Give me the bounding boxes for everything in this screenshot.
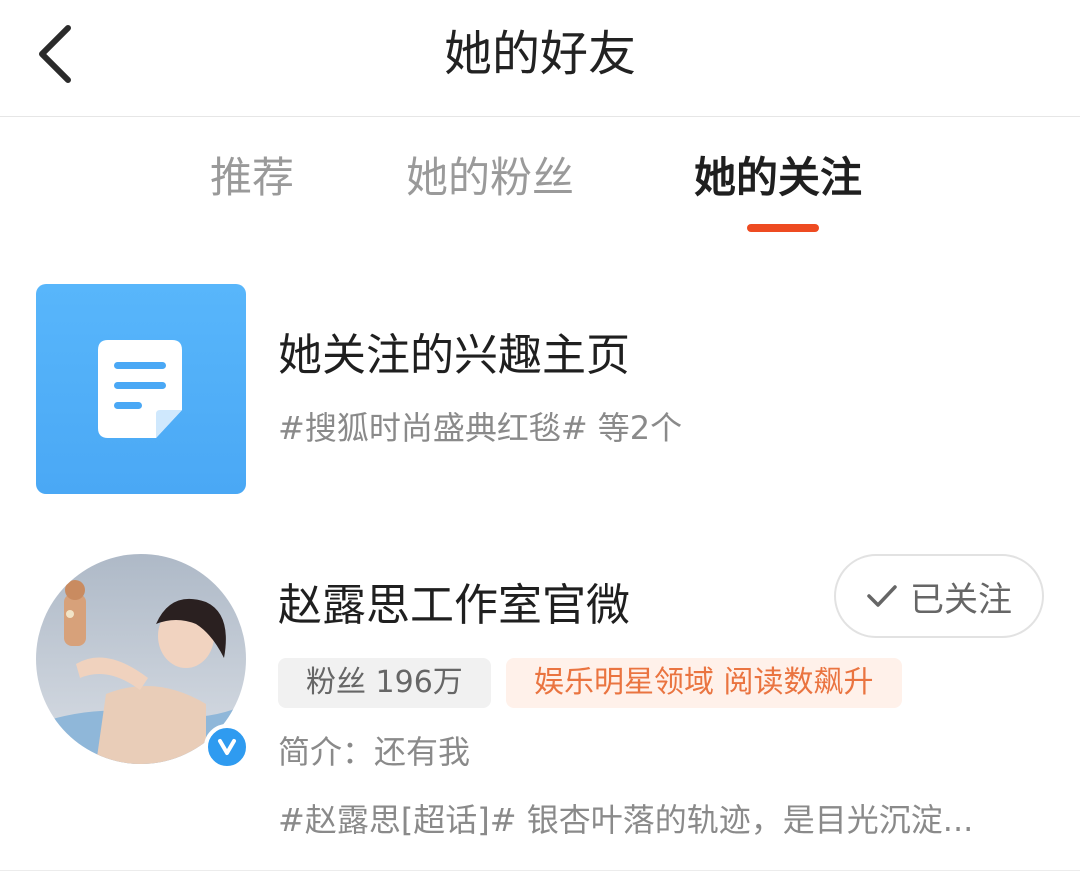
following-button[interactable]: 已关注 bbox=[834, 554, 1044, 638]
tab-her-followers[interactable]: 她的粉丝 bbox=[406, 150, 574, 206]
interest-tile bbox=[36, 284, 246, 494]
page-title: 她的好友 bbox=[443, 26, 636, 82]
friends-page: 她的好友 推荐 她的粉丝 她的关注 她关注的兴趣主页 #搜狐时尚盛典红毯# 等2… bbox=[0, 0, 1080, 889]
tab-recommended[interactable]: 推荐 bbox=[210, 150, 294, 206]
user-bio: 简介：还有我 bbox=[278, 733, 471, 771]
interest-subtitle: #搜狐时尚盛典红毯# 等2个 bbox=[278, 409, 683, 447]
verified-badge bbox=[204, 724, 250, 770]
document-icon bbox=[98, 340, 182, 438]
tab-her-following[interactable]: 她的关注 bbox=[694, 150, 862, 206]
fans-count-badge: 粉丝 196万 bbox=[278, 658, 491, 708]
interest-title: 她关注的兴趣主页 bbox=[278, 330, 630, 381]
following-button-label: 已关注 bbox=[910, 579, 1012, 620]
user-name[interactable]: 赵露思工作室官微 bbox=[278, 576, 630, 636]
tab-bar: 推荐 她的粉丝 她的关注 bbox=[0, 140, 1080, 240]
active-tab-indicator bbox=[747, 224, 819, 232]
interest-pages-row[interactable]: 她关注的兴趣主页 #搜狐时尚盛典红毯# 等2个 bbox=[36, 284, 1046, 494]
verified-v-icon bbox=[218, 739, 236, 755]
domain-tag-badge: 娱乐明星领域 阅读数飙升 bbox=[506, 658, 902, 708]
user-list-item: 赵露思工作室官微 已关注 粉丝 196万 娱乐明星领域 阅读数飙升 简介：还有我… bbox=[36, 552, 1080, 852]
top-bar: 她的好友 bbox=[0, 0, 1080, 117]
check-icon bbox=[867, 585, 897, 607]
divider bbox=[0, 870, 1080, 871]
latest-post-preview[interactable]: #赵露思[超话]# 银杏叶落的轨迹，是目光沉淀... bbox=[278, 798, 1018, 842]
